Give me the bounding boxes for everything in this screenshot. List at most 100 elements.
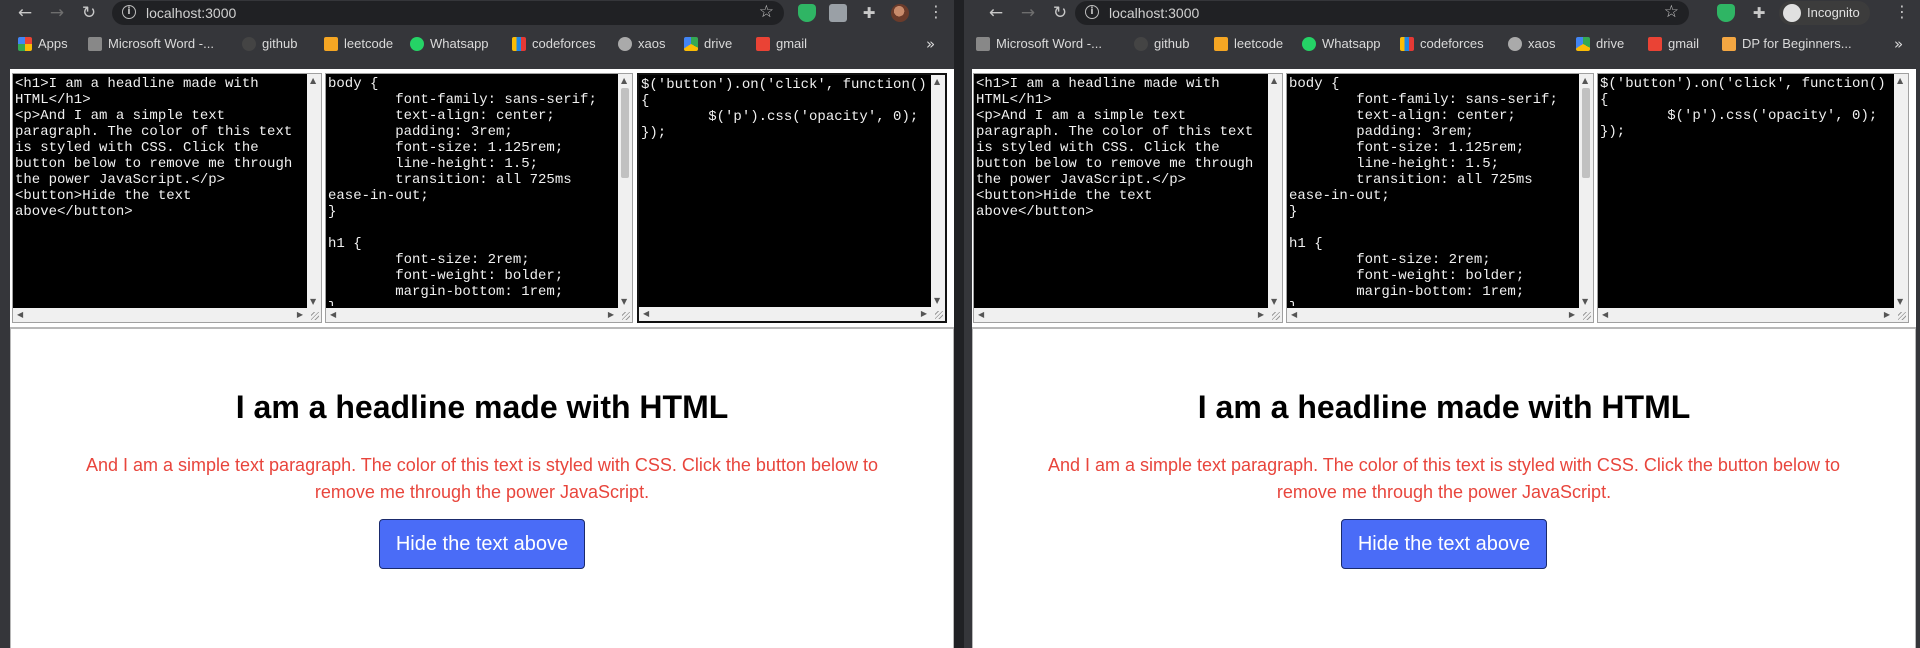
bookmark-xaos[interactable]: xaos bbox=[618, 34, 665, 54]
bookmark-gmail[interactable]: gmail bbox=[1648, 34, 1699, 54]
scroll-right-arrow-icon[interactable]: ▶ bbox=[921, 309, 927, 318]
bookmark-codeforces[interactable]: codeforces bbox=[1400, 34, 1484, 54]
browser-menu-icon[interactable]: ⋮ bbox=[1894, 2, 1910, 21]
resize-grip[interactable] bbox=[931, 307, 945, 321]
bookmark-xaos[interactable]: xaos bbox=[1508, 34, 1555, 54]
forward-arrow-icon[interactable]: → bbox=[46, 2, 68, 24]
bookmark-leetcode[interactable]: leetcode bbox=[324, 34, 393, 54]
bookmark-drive[interactable]: drive bbox=[684, 34, 732, 54]
html-editor[interactable]: <h1>I am a headline made with HTML</h1> … bbox=[973, 73, 1283, 323]
scrollbar-thumb[interactable] bbox=[621, 88, 629, 178]
scroll-left-arrow-icon[interactable]: ◀ bbox=[1602, 310, 1608, 319]
bookmark-microsoft-word[interactable]: Microsoft Word -... bbox=[976, 34, 1102, 54]
scrollbar-thumb[interactable] bbox=[1582, 88, 1590, 178]
scroll-right-arrow-icon[interactable]: ▶ bbox=[1569, 310, 1575, 319]
css-editor[interactable]: body { font-family: sans-serif; text-ali… bbox=[1286, 73, 1594, 323]
horizontal-scrollbar[interactable]: ◀ ▶ bbox=[1598, 308, 1894, 322]
scroll-right-arrow-icon[interactable]: ▶ bbox=[1884, 310, 1890, 319]
html-code[interactable]: <h1>I am a headline made with HTML</h1> … bbox=[976, 76, 1266, 306]
bookmark-leetcode[interactable]: leetcode bbox=[1214, 34, 1283, 54]
address-bar[interactable]: i localhost:3000 ☆ bbox=[1075, 1, 1689, 25]
extensions-puzzle-icon[interactable]: ✚ bbox=[1750, 4, 1768, 22]
reload-icon[interactable]: ↻ bbox=[1049, 2, 1071, 24]
js-editor[interactable]: $('button').on('click', function() { $('… bbox=[637, 73, 947, 323]
bookmark-apps[interactable]: Apps bbox=[18, 34, 68, 54]
vertical-scrollbar[interactable]: ▲ ▼ bbox=[931, 75, 945, 307]
vertical-scrollbar[interactable]: ▲ ▼ bbox=[618, 74, 632, 308]
bookmark-microsoft-word[interactable]: Microsoft Word -... bbox=[88, 34, 214, 54]
scroll-up-arrow-icon[interactable]: ▲ bbox=[310, 76, 316, 85]
vertical-scrollbar[interactable]: ▲ ▼ bbox=[1579, 74, 1593, 308]
bookmark-github[interactable]: github bbox=[1134, 34, 1189, 54]
extension-box-icon[interactable] bbox=[829, 4, 847, 22]
scroll-up-arrow-icon[interactable]: ▲ bbox=[934, 77, 940, 86]
html-code[interactable]: <h1>I am a headline made with HTML</h1> … bbox=[15, 76, 305, 306]
incognito-badge[interactable]: Incognito bbox=[1779, 1, 1870, 25]
scroll-left-arrow-icon[interactable]: ◀ bbox=[978, 310, 984, 319]
bookmarks-overflow-icon[interactable]: » bbox=[926, 34, 935, 54]
shield-extension-icon[interactable] bbox=[1717, 4, 1735, 22]
address-bar[interactable]: i localhost:3000 ☆ bbox=[112, 1, 784, 25]
back-arrow-icon[interactable]: ← bbox=[14, 2, 36, 24]
vertical-scrollbar[interactable]: ▲ ▼ bbox=[1894, 74, 1908, 308]
forward-arrow-icon[interactable]: → bbox=[1017, 2, 1039, 24]
scroll-right-arrow-icon[interactable]: ▶ bbox=[1258, 310, 1264, 319]
scroll-right-arrow-icon[interactable]: ▶ bbox=[608, 310, 614, 319]
bookmark-star-icon[interactable]: ☆ bbox=[759, 2, 774, 22]
css-editor[interactable]: body { font-family: sans-serif; text-ali… bbox=[325, 73, 633, 323]
bookmark-gmail[interactable]: gmail bbox=[756, 34, 807, 54]
bookmark-drive[interactable]: drive bbox=[1576, 34, 1624, 54]
scroll-up-arrow-icon[interactable]: ▲ bbox=[621, 76, 627, 85]
vertical-scrollbar[interactable]: ▲ ▼ bbox=[1268, 74, 1282, 308]
browser-menu-icon[interactable]: ⋮ bbox=[928, 2, 944, 21]
resize-grip[interactable] bbox=[1268, 308, 1282, 322]
scroll-left-arrow-icon[interactable]: ◀ bbox=[643, 309, 649, 318]
scroll-right-arrow-icon[interactable]: ▶ bbox=[297, 310, 303, 319]
hide-text-button[interactable]: Hide the text above bbox=[1341, 519, 1547, 569]
horizontal-scrollbar[interactable]: ◀ ▶ bbox=[13, 308, 307, 322]
bookmark-star-icon[interactable]: ☆ bbox=[1664, 2, 1679, 22]
scroll-up-arrow-icon[interactable]: ▲ bbox=[1897, 76, 1903, 85]
back-arrow-icon[interactable]: ← bbox=[985, 2, 1007, 24]
site-info-icon[interactable]: i bbox=[122, 5, 136, 19]
resize-grip[interactable] bbox=[618, 308, 632, 322]
bookmark-github[interactable]: github bbox=[242, 34, 297, 54]
scroll-left-arrow-icon[interactable]: ◀ bbox=[330, 310, 336, 319]
shield-extension-icon[interactable] bbox=[798, 4, 816, 22]
scroll-down-arrow-icon[interactable]: ▼ bbox=[1897, 297, 1903, 306]
scroll-left-arrow-icon[interactable]: ◀ bbox=[1291, 310, 1297, 319]
bookmark-whatsapp[interactable]: Whatsapp bbox=[1302, 34, 1381, 54]
vertical-scrollbar[interactable]: ▲ ▼ bbox=[307, 74, 321, 308]
site-info-icon[interactable]: i bbox=[1085, 5, 1099, 19]
extensions-puzzle-icon[interactable]: ✚ bbox=[860, 4, 878, 22]
scroll-left-arrow-icon[interactable]: ◀ bbox=[17, 310, 23, 319]
js-code[interactable]: $('button').on('click', function() { $('… bbox=[1600, 76, 1892, 306]
reload-icon[interactable]: ↻ bbox=[78, 2, 100, 24]
bookmark-codeforces[interactable]: codeforces bbox=[512, 34, 596, 54]
scroll-up-arrow-icon[interactable]: ▲ bbox=[1271, 76, 1277, 85]
scroll-down-arrow-icon[interactable]: ▼ bbox=[934, 296, 940, 305]
horizontal-scrollbar[interactable]: ◀ ▶ bbox=[639, 307, 931, 321]
css-code[interactable]: body { font-family: sans-serif; text-ali… bbox=[328, 76, 616, 306]
html-editor[interactable]: <h1>I am a headline made with HTML</h1> … bbox=[12, 73, 322, 323]
profile-avatar-icon[interactable] bbox=[891, 4, 909, 22]
scroll-down-arrow-icon[interactable]: ▼ bbox=[1271, 297, 1277, 306]
hide-text-button[interactable]: Hide the text above bbox=[379, 519, 585, 569]
scroll-down-arrow-icon[interactable]: ▼ bbox=[621, 297, 627, 306]
css-code[interactable]: body { font-family: sans-serif; text-ali… bbox=[1289, 76, 1577, 306]
bookmarks-overflow-icon[interactable]: » bbox=[1894, 34, 1903, 54]
bookmark-whatsapp[interactable]: Whatsapp bbox=[410, 34, 489, 54]
horizontal-scrollbar[interactable]: ◀ ▶ bbox=[326, 308, 618, 322]
bookmark-dp-for-beginners[interactable]: DP for Beginners... bbox=[1722, 34, 1852, 54]
js-code[interactable]: $('button').on('click', function() { $('… bbox=[641, 77, 929, 305]
resize-grip[interactable] bbox=[307, 308, 321, 322]
scroll-down-arrow-icon[interactable]: ▼ bbox=[1582, 297, 1588, 306]
horizontal-scrollbar[interactable]: ◀ ▶ bbox=[974, 308, 1268, 322]
scroll-up-arrow-icon[interactable]: ▲ bbox=[1582, 76, 1588, 85]
bookmark-label: drive bbox=[704, 36, 733, 51]
resize-grip[interactable] bbox=[1894, 308, 1908, 322]
resize-grip[interactable] bbox=[1579, 308, 1593, 322]
scroll-down-arrow-icon[interactable]: ▼ bbox=[310, 297, 316, 306]
horizontal-scrollbar[interactable]: ◀ ▶ bbox=[1287, 308, 1579, 322]
js-editor[interactable]: $('button').on('click', function() { $('… bbox=[1597, 73, 1909, 323]
